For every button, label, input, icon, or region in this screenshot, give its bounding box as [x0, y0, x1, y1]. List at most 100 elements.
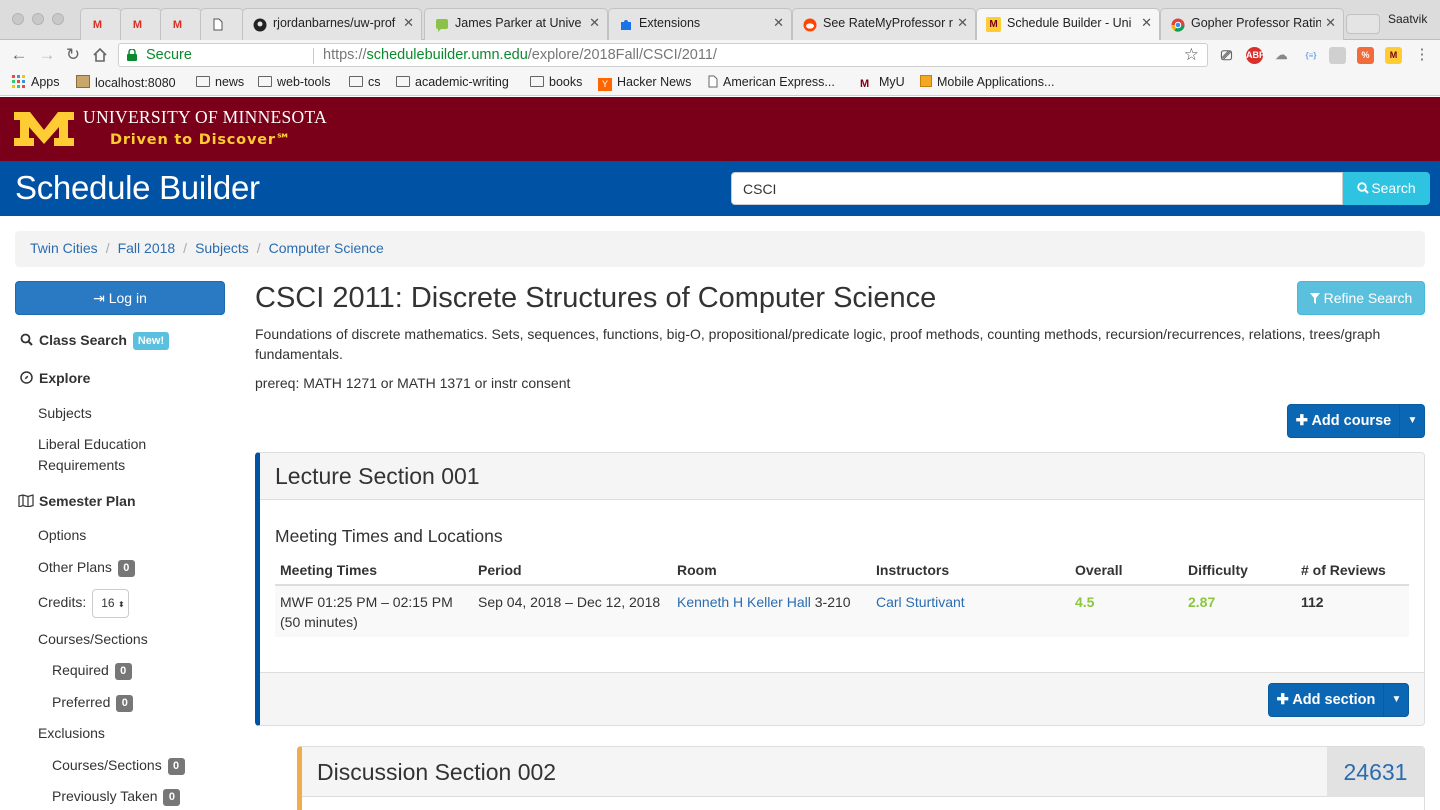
- github-icon: [252, 17, 267, 32]
- breadcrumb-term[interactable]: Fall 2018: [118, 240, 176, 256]
- bookmark-myu[interactable]: M MyU: [860, 75, 905, 91]
- add-section-dropdown-toggle[interactable]: ▼: [1383, 684, 1409, 716]
- adblock-icon[interactable]: ABP: [1246, 47, 1265, 64]
- explore-heading[interactable]: Explore: [20, 370, 90, 386]
- meeting-times-table: Meeting Times Period Room Instructors Ov…: [275, 559, 1409, 637]
- close-tab-icon[interactable]: ✕: [1141, 15, 1152, 31]
- cloud-icon[interactable]: ☁: [1273, 47, 1290, 64]
- bookmark-folder-cs[interactable]: cs: [349, 75, 381, 89]
- close-tab-icon[interactable]: ✕: [589, 15, 600, 31]
- browser-tab[interactable]: Extensions ✕: [608, 8, 792, 40]
- room-cell: Kenneth H Keller Hall 3-210: [672, 585, 871, 637]
- bookmark-hacker-news[interactable]: Y Hacker News: [598, 75, 691, 91]
- sidebar-item-exclusions[interactable]: Exclusions: [38, 723, 105, 744]
- back-icon[interactable]: ←: [8, 44, 30, 66]
- minimize-window-button[interactable]: [32, 13, 44, 25]
- add-course-dropdown-toggle[interactable]: ▼: [1399, 405, 1425, 437]
- bookmark-mobile-applications[interactable]: Mobile Applications...: [920, 75, 1054, 89]
- cast-icon[interactable]: ⎚: [1218, 47, 1235, 64]
- period-cell: Sep 04, 2018 – Dec 12, 2018: [473, 585, 672, 637]
- sidebar-item-excluded-courses[interactable]: Courses/Sections 0: [52, 755, 185, 776]
- column-header: Overall: [1070, 559, 1183, 586]
- login-button[interactable]: ⇥ Log in: [15, 281, 225, 315]
- university-header: UNIVERSITY OF MINNESOTA Driven to Discov…: [0, 97, 1440, 161]
- semester-plan-heading[interactable]: Semester Plan: [18, 493, 136, 509]
- lecture-section-panel: Lecture Section 001 Meeting Times and Lo…: [255, 452, 1425, 726]
- search-icon: [1357, 182, 1370, 194]
- university-name[interactable]: UNIVERSITY OF MINNESOTA: [83, 107, 327, 128]
- close-tab-icon[interactable]: ✕: [773, 15, 784, 31]
- class-number[interactable]: 24631: [1327, 747, 1424, 797]
- bookmark-folder-books[interactable]: books: [530, 75, 582, 89]
- browser-tab[interactable]: James Parker at Unive ✕: [424, 8, 608, 40]
- chat-icon: [434, 17, 449, 32]
- add-section-button[interactable]: ✚ Add section: [1269, 684, 1383, 716]
- sidebar-item-other-plans[interactable]: Other Plans 0: [38, 557, 135, 578]
- course-prerequisites: prereq: MATH 1271 or MATH 1371 or instr …: [255, 375, 571, 391]
- sidebar-item-courses-sections[interactable]: Courses/Sections: [38, 629, 148, 650]
- menu-kebab-icon[interactable]: ⋮: [1411, 44, 1433, 66]
- bookmark-star-icon[interactable]: ☆: [1184, 45, 1199, 65]
- bookmark-localhost[interactable]: localhost:8080: [76, 75, 176, 90]
- profile-button[interactable]: Saatvik: [1388, 12, 1427, 26]
- add-course-button[interactable]: ✚ Add course: [1288, 405, 1399, 437]
- umn-m-logo[interactable]: [14, 110, 74, 146]
- new-tab-button[interactable]: [1346, 14, 1380, 34]
- search-button[interactable]: Search: [1343, 172, 1430, 205]
- bookmark-american-express[interactable]: American Express...: [708, 75, 835, 89]
- close-window-button[interactable]: [12, 13, 24, 25]
- search-icon: [20, 333, 33, 346]
- json-viewer-icon[interactable]: {≡}: [1300, 47, 1322, 64]
- course-search-input[interactable]: [731, 172, 1343, 205]
- credits-select[interactable]: 16 ⬍: [92, 589, 130, 618]
- browser-tab-bar: M M M rjordanbarnes/uw-prof ✕ James Park…: [0, 0, 1440, 40]
- course-title: CSCI 2011: Discrete Structures of Comput…: [255, 282, 937, 314]
- instructor-link[interactable]: Carl Sturtivant: [876, 594, 965, 610]
- breadcrumb-campus[interactable]: Twin Cities: [30, 240, 98, 256]
- address-bar[interactable]: Secure https://schedulebuilder.umn.edu/e…: [118, 43, 1208, 67]
- grid-extension-icon[interactable]: [1329, 47, 1346, 64]
- count-badge: 0: [114, 663, 132, 680]
- tab-title: James Parker at Unive: [455, 16, 582, 30]
- close-tab-icon[interactable]: ✕: [1325, 15, 1336, 31]
- column-header: Period: [473, 559, 672, 586]
- panel-header: Discussion Section 002 24631: [302, 747, 1424, 797]
- forward-icon[interactable]: →: [36, 44, 58, 66]
- breadcrumb-subjects[interactable]: Subjects: [195, 240, 249, 256]
- browser-tab[interactable]: M: [120, 8, 162, 40]
- compass-icon: [20, 371, 33, 384]
- refine-search-button[interactable]: Refine Search: [1297, 281, 1425, 315]
- browser-tab[interactable]: Gopher Professor Ratin ✕: [1160, 8, 1344, 40]
- building-link[interactable]: Kenneth H Keller Hall: [677, 594, 811, 610]
- close-tab-icon[interactable]: ✕: [403, 15, 414, 31]
- home-icon[interactable]: [89, 44, 111, 66]
- tab-title: Schedule Builder - Uni: [1007, 16, 1132, 30]
- percent-extension-icon[interactable]: %: [1357, 47, 1374, 64]
- browser-tab[interactable]: See RateMyProfessor r ✕: [792, 8, 976, 40]
- sidebar-item-liberal-education[interactable]: Liberal Education Requirements: [38, 434, 146, 476]
- sidebar-item-options[interactable]: Options: [38, 525, 86, 546]
- sidebar-item-required[interactable]: Required 0: [52, 660, 132, 681]
- reload-icon[interactable]: ↻: [62, 44, 84, 66]
- browser-tab[interactable]: [200, 8, 244, 40]
- column-header: # of Reviews: [1296, 559, 1409, 586]
- close-tab-icon[interactable]: ✕: [957, 15, 968, 31]
- browser-tab[interactable]: M: [80, 8, 122, 40]
- sidebar-item-previously-taken[interactable]: Previously Taken 0: [52, 786, 181, 807]
- zoom-window-button[interactable]: [52, 13, 64, 25]
- app-title[interactable]: Schedule Builder: [15, 169, 260, 207]
- browser-tab[interactable]: rjordanbarnes/uw-prof ✕: [242, 8, 422, 40]
- browser-tab[interactable]: M: [160, 8, 202, 40]
- umn-icon: M: [860, 78, 870, 90]
- sidebar-item-preferred[interactable]: Preferred 0: [52, 692, 134, 713]
- column-header: Room: [672, 559, 871, 586]
- bookmark-folder-web-tools[interactable]: web-tools: [258, 75, 331, 89]
- sidebar-item-subjects[interactable]: Subjects: [38, 403, 92, 424]
- umn-extension-icon[interactable]: M: [1385, 47, 1402, 64]
- browser-tab-active[interactable]: M Schedule Builder - Uni ✕: [976, 8, 1160, 40]
- breadcrumb-subject[interactable]: Computer Science: [269, 240, 384, 256]
- class-search-link[interactable]: Class Search New!: [20, 332, 170, 350]
- bookmark-apps[interactable]: Apps: [12, 75, 60, 89]
- bookmark-folder-academic-writing[interactable]: academic-writing: [396, 75, 509, 89]
- bookmark-folder-news[interactable]: news: [196, 75, 244, 89]
